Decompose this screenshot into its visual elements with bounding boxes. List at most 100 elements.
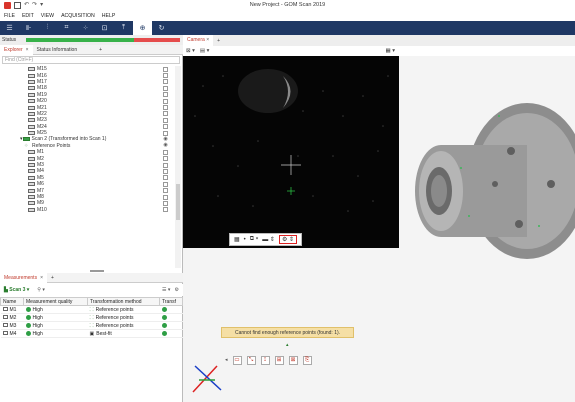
collapse-arrow-icon[interactable]: ◂ <box>225 357 228 363</box>
visibility-checkbox[interactable] <box>163 111 168 117</box>
close-icon[interactable]: × <box>40 275 43 281</box>
brightness-icon[interactable]: ▬ ⇕ <box>262 236 275 243</box>
scan-select[interactable]: ▙ Scan 3 ▾ <box>4 287 29 293</box>
table-row[interactable]: M2 High ⸬ Reference points <box>0 313 183 322</box>
tab-camera[interactable]: Camera × <box>183 35 214 46</box>
menu-view[interactable]: VIEW <box>41 13 54 19</box>
visibility-checkbox[interactable] <box>163 79 168 85</box>
point-icon <box>28 111 35 116</box>
scanner-icon[interactable]: ⊪ <box>19 21 38 35</box>
tab-status-information[interactable]: Status Information <box>33 45 82 55</box>
panel-splitter[interactable] <box>90 270 104 272</box>
delete-icon[interactable]: ⊠ <box>288 355 298 365</box>
measure-icon[interactable]: ▭ <box>232 355 242 365</box>
visibility-checkbox[interactable] <box>163 98 168 104</box>
camera-image[interactable]: ▦ • ⧉ ▾ ▬ ⇕ ⚙ ⇕ <box>183 56 399 248</box>
tree-item[interactable]: M10 <box>0 207 174 213</box>
filter-icon[interactable]: ⚲ ▾ <box>37 287 45 293</box>
explorer-tabs: Explorer × Status Information + <box>0 44 183 55</box>
close-icon[interactable]: × <box>206 37 209 43</box>
reference-icon[interactable]: ⟟ <box>260 355 270 365</box>
column-header-name[interactable]: Name <box>0 297 24 306</box>
tab-measurements[interactable]: Measurements × <box>0 272 47 283</box>
add-tab-button[interactable]: + <box>95 45 106 55</box>
points-icon[interactable]: ⁘ <box>76 21 95 35</box>
add-tab-button[interactable]: + <box>213 38 224 44</box>
visibility-checkbox[interactable] <box>163 156 168 162</box>
point-icon <box>28 99 35 104</box>
visibility-checkbox[interactable] <box>163 66 168 72</box>
menu-file[interactable]: FILE <box>4 13 15 19</box>
table-header-row: Name Measurement quality Transformation … <box>0 297 183 306</box>
menu-acquisition[interactable]: ACQUISITION <box>61 13 95 19</box>
transform-icon[interactable]: ⤡ <box>246 355 256 365</box>
scan-icon <box>22 137 30 142</box>
copy-icon[interactable]: ⧉ ▾ <box>250 236 258 243</box>
visibility-checkbox[interactable] <box>163 117 168 123</box>
cell-name: M4 <box>0 329 24 338</box>
tree-item-label: M5 <box>37 174 44 181</box>
add-scan-icon[interactable]: ⊞ <box>274 355 284 365</box>
find-input[interactable]: Find (Ctrl+F) <box>2 56 180 64</box>
menu-help[interactable]: HELP <box>102 13 116 19</box>
menu-icon[interactable]: ☰ <box>0 21 19 35</box>
table-icon[interactable]: ⌗ <box>57 21 76 35</box>
visibility-icon[interactable]: ◉ <box>163 136 168 142</box>
cell-name-text: M2 <box>9 314 17 321</box>
refresh-icon[interactable]: ↻ <box>152 21 171 35</box>
quality-ok-icon <box>25 306 31 312</box>
visibility-checkbox[interactable] <box>163 188 168 194</box>
cell-method-text: Reference points <box>95 322 134 329</box>
visibility-checkbox[interactable] <box>163 168 168 174</box>
point-icon <box>28 118 35 123</box>
list-options-icon[interactable]: ☰ ▾ ⚙ <box>162 287 179 293</box>
visibility-icon[interactable]: ◉ <box>163 143 168 149</box>
add-tab-button[interactable]: + <box>47 273 58 283</box>
layout-icon[interactable]: ▤ ▾ <box>200 48 210 54</box>
visibility-checkbox[interactable] <box>163 105 168 111</box>
menu-edit[interactable]: EDIT <box>22 13 34 19</box>
column-header-quality[interactable]: Measurement quality <box>23 297 88 306</box>
display-options-icon[interactable]: ▦ ▾ <box>386 48 396 54</box>
target-icon[interactable]: ⊕ <box>133 21 152 35</box>
visibility-checkbox[interactable] <box>163 92 168 98</box>
table-row[interactable]: M1 High ⸬ Reference points <box>0 305 183 314</box>
visibility-checkbox[interactable] <box>163 181 168 187</box>
column-header-transf[interactable]: Transf <box>159 297 183 306</box>
cell-method-text: Reference points <box>95 314 134 321</box>
viewport-header <box>399 46 575 56</box>
visibility-checkbox[interactable] <box>163 149 168 155</box>
scrollbar-thumb[interactable] <box>176 184 180 220</box>
exposure-control-icon[interactable]: ⚙ ⇕ <box>278 235 298 244</box>
tab-explorer[interactable]: Explorer × <box>0 44 33 55</box>
visibility-checkbox[interactable] <box>163 175 168 181</box>
cell-name: M1 <box>0 305 24 314</box>
visibility-checkbox[interactable] <box>163 194 168 200</box>
visibility-checkbox[interactable] <box>163 207 168 213</box>
visibility-checkbox[interactable] <box>163 73 168 79</box>
report-icon[interactable]: ⎘ <box>302 355 312 365</box>
export-icon[interactable]: ⤒ <box>114 21 133 35</box>
visibility-checkbox[interactable] <box>163 130 168 136</box>
quality-ok-icon <box>25 322 31 328</box>
column-header-method[interactable]: Transformation method <box>87 297 160 306</box>
explorer-tree: M15 M16 M17 M18 M19 M20 M21 M22 M23 M24 M25 ▾ Scan … <box>0 66 174 268</box>
dot-icon[interactable]: • <box>244 237 246 243</box>
grid-icon[interactable]: ▦ <box>234 236 240 243</box>
visibility-checkbox[interactable] <box>163 85 168 91</box>
grid-icon[interactable]: ⫶ <box>38 21 57 35</box>
tree-item-label: M18 <box>37 85 47 92</box>
visibility-checkbox[interactable] <box>163 124 168 130</box>
3d-viewport[interactable]: Camera × + ⊠ ▾ ▤ ▾ ▦ ▾ ▦ • ⧉ ▾ ▬ ⇕ ⚙ ⇕ <box>183 35 575 402</box>
cell-quality-text: High <box>32 330 43 337</box>
table-row[interactable]: M4 High ▣ Best-fit <box>0 329 183 338</box>
frame-icon[interactable]: ⊡ <box>95 21 114 35</box>
explorer-scrollbar[interactable] <box>175 66 181 268</box>
close-icon[interactable]: × <box>26 47 29 53</box>
view-mode-icon[interactable]: ⊠ ▾ <box>186 48 195 54</box>
point-icon <box>28 150 35 155</box>
table-row[interactable]: M3 High ⸬ Reference points <box>0 321 183 330</box>
visibility-checkbox[interactable] <box>163 200 168 206</box>
cell-name: M2 <box>0 313 24 322</box>
visibility-checkbox[interactable] <box>163 162 168 168</box>
